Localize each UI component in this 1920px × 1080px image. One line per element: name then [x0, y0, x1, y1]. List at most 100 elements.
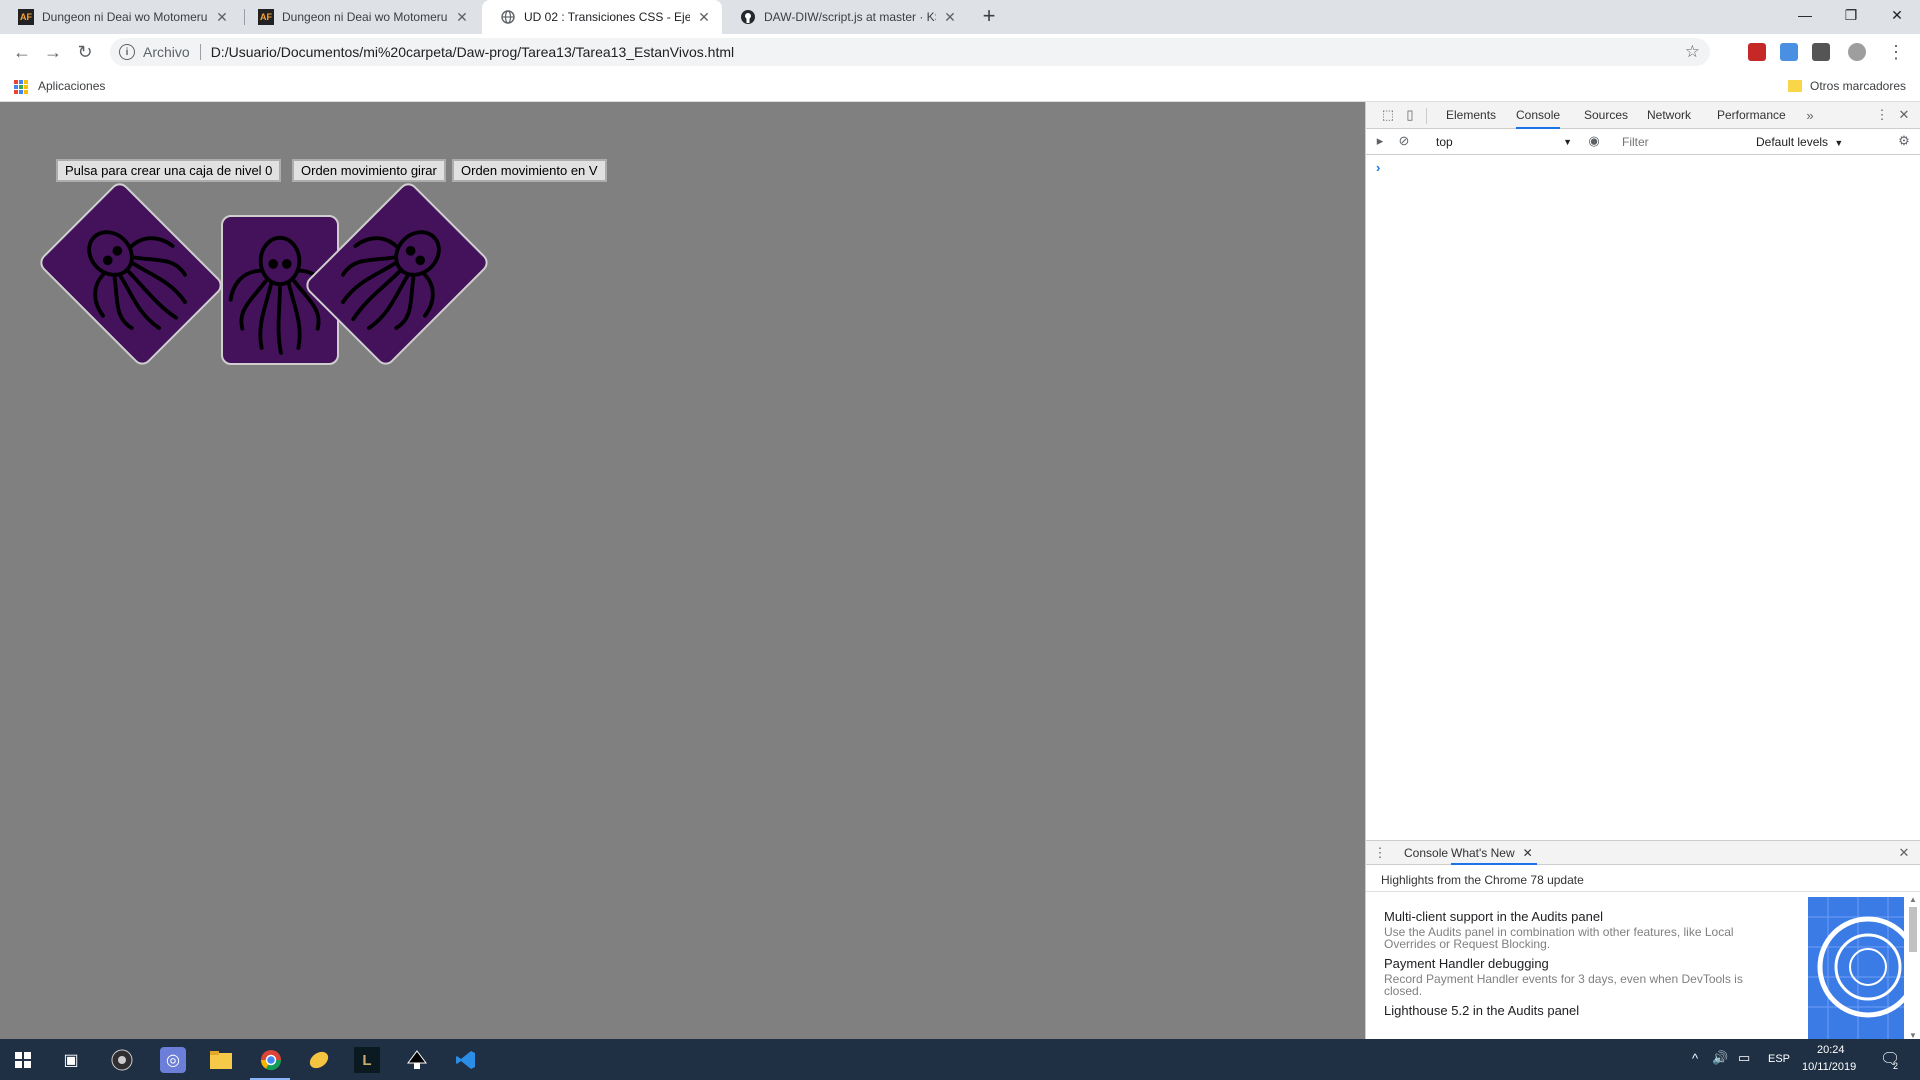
clear-console-icon[interactable]: ⊘ [1396, 133, 1412, 149]
dropdown-arrow-icon: ▼ [1834, 138, 1844, 148]
volume-icon[interactable]: 🔊 [1712, 1050, 1728, 1066]
tab-title: Dungeon ni Deai wo Motomeru [282, 10, 448, 24]
close-drawer-tab-icon[interactable]: ✕ [1523, 841, 1533, 865]
tab-dungeon-2[interactable]: AF Dungeon ni Deai wo Motomeru ✕ [240, 0, 480, 34]
clock-date[interactable]: 10/11/2019 [1802, 1061, 1856, 1073]
log-levels-label: Default levels [1756, 135, 1829, 149]
log-levels-select[interactable]: Default levels ▼ [1756, 132, 1843, 152]
devtools-drawer: ⋮ Console What's New ✕ ✕ Highlights from… [1366, 840, 1920, 1040]
apps-bookmark[interactable]: Aplicaciones [38, 79, 105, 93]
console-prompt-icon[interactable]: › [1376, 160, 1380, 175]
create-box-button[interactable]: Pulsa para crear una caja de nivel 0 [56, 159, 282, 182]
drawer-tab-whats-new[interactable]: What's New ✕ [1451, 841, 1537, 865]
scroll-up-arrow-icon[interactable]: ▲ [1909, 895, 1917, 904]
notification-count: 2 [1893, 1061, 1899, 1071]
league-of-legends-icon[interactable]: L [354, 1047, 380, 1073]
info-icon[interactable]: i [119, 44, 135, 60]
other-bookmarks[interactable]: Otros marcadores [1810, 79, 1906, 93]
tab-console[interactable]: Console [1516, 102, 1561, 129]
close-tab-icon[interactable]: ✕ [454, 9, 470, 26]
extension-icon[interactable] [1812, 43, 1830, 61]
tab-elements[interactable]: Elements [1446, 102, 1496, 129]
network-icon[interactable]: ▭ [1738, 1050, 1750, 1066]
windows-start-icon[interactable] [10, 1047, 36, 1073]
new-tab-button[interactable]: + [976, 4, 1002, 30]
close-drawer-icon[interactable]: ✕ [1896, 845, 1912, 861]
close-tab-icon[interactable]: ✕ [942, 9, 958, 26]
vscode-icon[interactable] [453, 1047, 479, 1073]
address-divider [199, 44, 201, 60]
whats-new-item-desc: Record Payment Handler events for 3 days… [1384, 972, 1743, 998]
toolbar-divider [1426, 108, 1427, 124]
tab-strip: AF Dungeon ni Deai wo Motomeru ✕ AF Dung… [0, 0, 1920, 34]
obs-icon[interactable] [109, 1047, 135, 1073]
tab-network[interactable]: Network [1647, 102, 1691, 129]
tab-sources[interactable]: Sources [1584, 102, 1628, 129]
more-tabs-icon[interactable]: » [1802, 107, 1818, 123]
tab-dungeon-1[interactable]: AF Dungeon ni Deai wo Motomeru ✕ [0, 0, 240, 34]
close-window-button[interactable]: ✕ [1874, 0, 1920, 30]
restore-button[interactable]: ❐ [1828, 0, 1874, 30]
whats-new-item-title[interactable]: Lighthouse 5.2 in the Audits panel [1384, 1003, 1579, 1018]
ublock-extension-icon[interactable] [1748, 43, 1766, 61]
inspect-element-icon[interactable]: ⬚ [1380, 107, 1396, 123]
device-toolbar-icon[interactable]: ▯ [1402, 107, 1418, 123]
devtools-panel: ⬚ ▯ Elements Console Sources Network Per… [1365, 102, 1920, 1040]
tray-chevron-icon[interactable]: ^ [1692, 1051, 1698, 1066]
address-bar[interactable]: i Archivo D:/Usuario/Documentos/mi%20car… [110, 38, 1710, 66]
minimize-button[interactable]: — [1782, 0, 1828, 30]
file-explorer-icon[interactable] [208, 1047, 234, 1073]
address-scheme: Archivo [143, 44, 190, 60]
back-button[interactable]: ← [10, 40, 34, 64]
bookmark-star-icon[interactable]: ☆ [1685, 42, 1700, 62]
tab-title: DAW-DIW/script.js at master · KS [764, 10, 936, 24]
app-icon[interactable] [306, 1047, 332, 1073]
octopus-icon [87, 230, 187, 330]
context-select[interactable]: top ▼ [1436, 132, 1572, 152]
drawer-tab-console[interactable]: Console [1404, 841, 1448, 865]
drawer-tab-bar: ⋮ Console What's New ✕ ✕ [1366, 841, 1920, 865]
octopus-box[interactable] [36, 179, 226, 369]
github-icon [740, 9, 756, 25]
inkscape-icon[interactable] [404, 1047, 430, 1073]
tab-title: UD 02 : Transiciones CSS - Ejercic [524, 10, 690, 24]
sidebar-toggle-icon[interactable]: ▸ [1372, 133, 1388, 149]
profile-avatar[interactable] [1848, 43, 1866, 61]
globe-icon [500, 9, 516, 25]
tab-transiciones-css[interactable]: UD 02 : Transiciones CSS - Ejercic ✕ [482, 0, 722, 34]
task-view-icon[interactable]: ▣ [58, 1047, 84, 1073]
discord-icon[interactable]: ◎ [160, 1047, 186, 1073]
address-url[interactable]: D:/Usuario/Documentos/mi%20carpeta/Daw-p… [211, 44, 734, 60]
browser-toolbar: ← → ↻ i Archivo D:/Usuario/Documentos/mi… [0, 34, 1920, 70]
devtools-menu-icon[interactable]: ⋮ [1874, 107, 1890, 123]
drawer-menu-icon[interactable]: ⋮ [1372, 845, 1388, 861]
tab-performance[interactable]: Performance [1717, 102, 1786, 129]
whats-new-item-title[interactable]: Multi-client support in the Audits panel [1384, 909, 1603, 924]
chrome-icon[interactable] [258, 1047, 284, 1073]
translate-extension-icon[interactable] [1780, 43, 1798, 61]
v-move-order-button[interactable]: Orden movimiento en V [452, 159, 607, 182]
af-favicon-icon: AF [258, 9, 274, 25]
clock-time[interactable]: 20:24 [1817, 1044, 1845, 1056]
rotate-order-button[interactable]: Orden movimiento girar [292, 159, 446, 182]
tab-github-script[interactable]: DAW-DIW/script.js at master · KS ✕ [722, 0, 968, 34]
close-tab-icon[interactable]: ✕ [214, 9, 230, 26]
drawer-scrollbar[interactable]: ▲ ▼ [1907, 895, 1919, 1040]
console-settings-gear-icon[interactable]: ⚙ [1896, 133, 1912, 149]
chrome-menu-icon[interactable]: ⋮ [1884, 40, 1908, 64]
apps-grid-icon[interactable] [14, 80, 28, 94]
page-viewport: Pulsa para crear una caja de nivel 0 Ord… [0, 102, 1365, 1039]
close-devtools-icon[interactable]: ✕ [1896, 107, 1912, 123]
whats-new-item-desc: Use the Audits panel in combination with… [1384, 925, 1734, 951]
tab-title: Dungeon ni Deai wo Motomeru [42, 10, 208, 24]
live-expression-eye-icon[interactable]: ◉ [1586, 133, 1602, 149]
scroll-thumb[interactable] [1909, 907, 1917, 952]
forward-button[interactable]: → [41, 40, 65, 64]
reload-button[interactable]: ↻ [73, 40, 97, 64]
console-filter-input[interactable] [1618, 132, 1748, 152]
close-tab-icon[interactable]: ✕ [696, 9, 712, 26]
language-indicator[interactable]: ESP [1768, 1053, 1790, 1065]
af-favicon-icon: AF [18, 9, 34, 25]
whats-new-item-title[interactable]: Payment Handler debugging [1384, 956, 1549, 971]
whats-new-illustration[interactable] [1808, 897, 1904, 1040]
